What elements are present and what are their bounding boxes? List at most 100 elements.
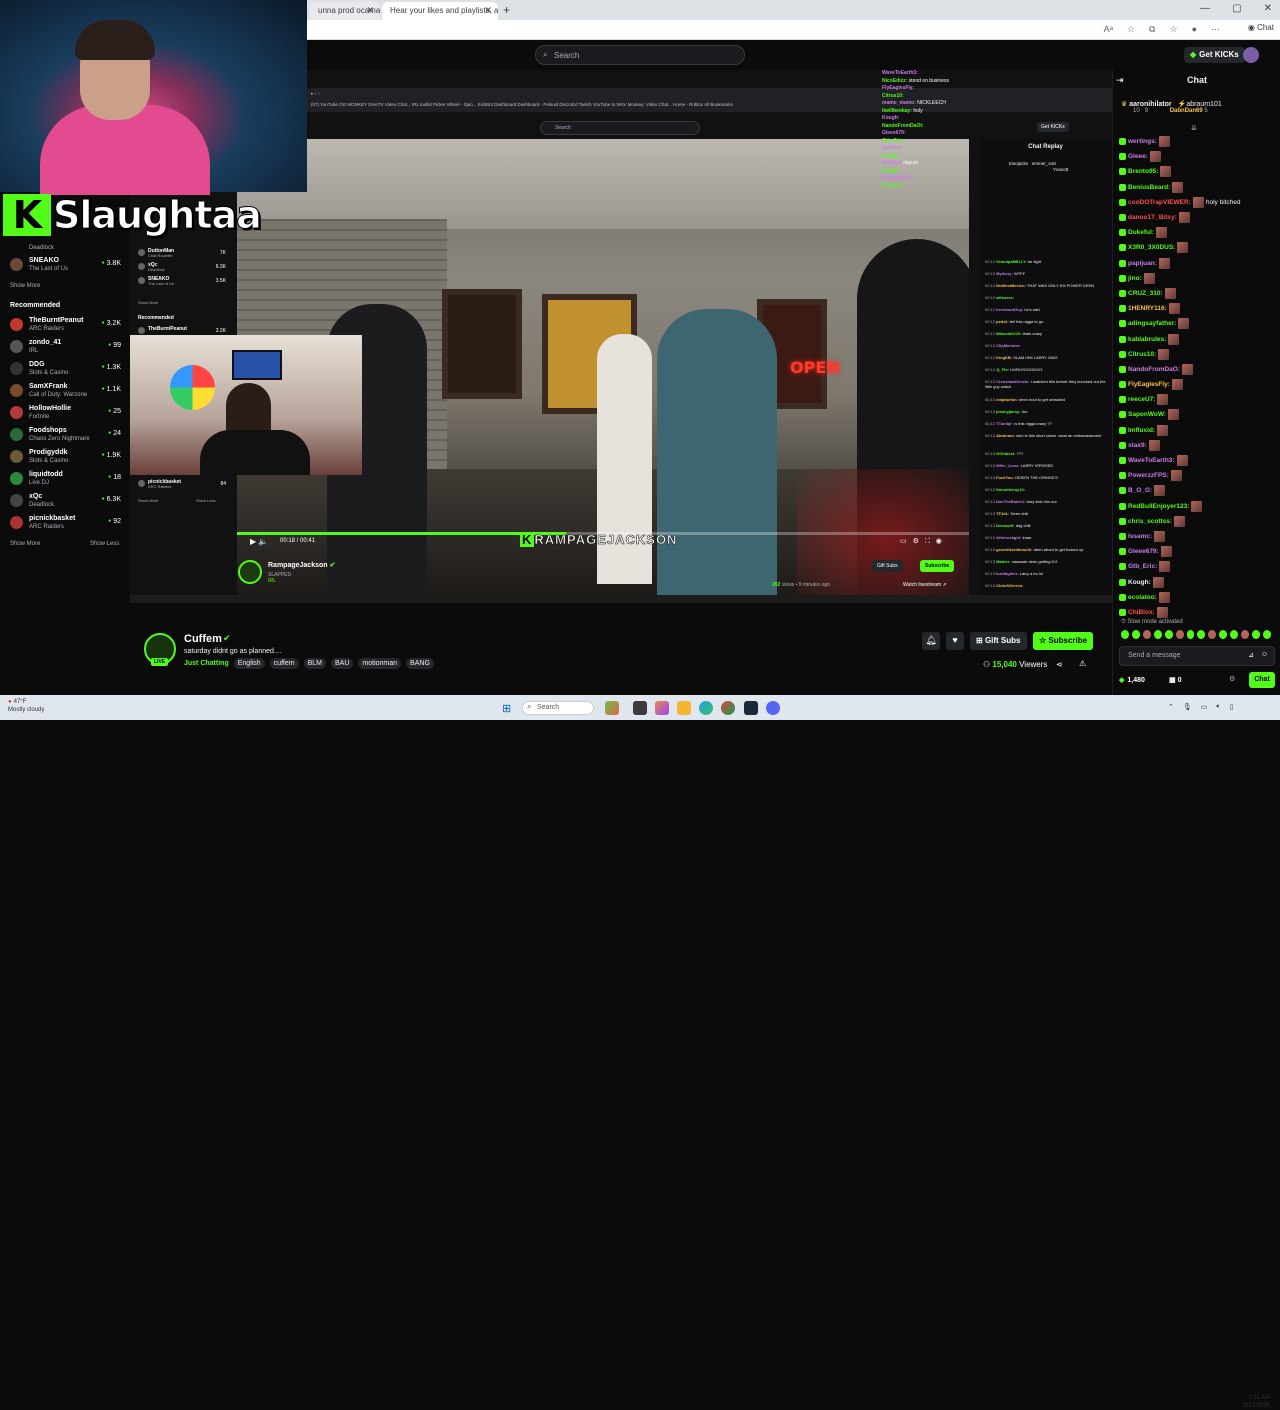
quick-emote[interactable] bbox=[1164, 630, 1173, 639]
chat-message[interactable]: adingsayfather: bbox=[1119, 316, 1279, 331]
chat-message[interactable]: Gtb_Eric: bbox=[1119, 559, 1279, 574]
star-icon[interactable]: ☆ bbox=[1127, 24, 1135, 35]
quick-emote[interactable] bbox=[1142, 630, 1151, 639]
app-icon-edge[interactable] bbox=[699, 701, 713, 715]
maximize-icon[interactable]: ▢ bbox=[1232, 3, 1241, 14]
stream-tag[interactable]: BAU bbox=[331, 658, 354, 669]
chat-message[interactable]: Issamc: bbox=[1119, 529, 1279, 544]
kicks-balance[interactable]: 1,480 bbox=[1119, 676, 1145, 684]
chat-message[interactable]: X3R0_3X0DUS: bbox=[1119, 240, 1279, 255]
report-icon[interactable]: ⚠ bbox=[1079, 659, 1086, 668]
expand-leaderboard-icon[interactable]: ⇊ bbox=[1191, 124, 1197, 132]
microphone-icon[interactable]: 🎙︎ bbox=[1183, 703, 1192, 711]
search-input[interactable]: ⌕ Search bbox=[535, 45, 745, 65]
chat-username[interactable]: jino: bbox=[1128, 275, 1142, 282]
chat-username[interactable]: FlyEaglesFly: bbox=[1128, 381, 1170, 388]
chat-message[interactable]: RedBullEnjoyer123: bbox=[1119, 499, 1279, 514]
quick-emote[interactable] bbox=[1219, 630, 1228, 639]
notifications-bell-button[interactable]: 🔔︎ bbox=[922, 632, 940, 650]
user-avatar[interactable] bbox=[1243, 47, 1259, 63]
network-icon[interactable]: ▭ bbox=[1201, 703, 1208, 711]
gear-icon[interactable]: ⚙ bbox=[1229, 675, 1235, 683]
close-icon[interactable]: ✕ bbox=[484, 5, 492, 16]
chat-username[interactable]: Brento95: bbox=[1128, 168, 1158, 175]
chat-username[interactable]: ecolatoo: bbox=[1128, 594, 1157, 601]
chat-username[interactable]: PowerzzFPS: bbox=[1128, 472, 1169, 479]
system-clock[interactable]: 1:11 AM 2/17/2026 bbox=[1243, 1394, 1270, 1410]
chat-message[interactable]: Brento95: bbox=[1119, 164, 1279, 179]
chat-message[interactable]: WaveToEarth3: bbox=[1119, 453, 1279, 468]
kick-emote-icon[interactable]: ⊿ bbox=[1248, 651, 1254, 659]
close-icon[interactable]: ✕ bbox=[1264, 3, 1272, 14]
battery-icon[interactable]: ▯ bbox=[1230, 703, 1234, 711]
chat-username[interactable]: 1HENRY116: bbox=[1128, 305, 1167, 312]
gift-subs-button[interactable]: ⊞ Gift Subs bbox=[970, 632, 1027, 650]
quick-emote[interactable] bbox=[1252, 630, 1260, 639]
app-icon-photos[interactable] bbox=[605, 701, 619, 715]
browser-tab[interactable]: unna prod ocama.mp✕ bbox=[310, 2, 380, 20]
stream-tag[interactable]: BLM bbox=[303, 658, 326, 669]
read-aloud-icon[interactable]: Aᵃ bbox=[1104, 24, 1113, 35]
chat-message[interactable]: B_O_G: bbox=[1119, 483, 1279, 498]
chat-username[interactable]: chris_scottss: bbox=[1128, 518, 1172, 525]
quick-emote[interactable] bbox=[1153, 630, 1162, 639]
chat-message[interactable]: ChiBlox: bbox=[1119, 605, 1279, 620]
minimize-icon[interactable]: — bbox=[1200, 3, 1210, 14]
points-balance[interactable]: ▦ 0 bbox=[1169, 676, 1181, 684]
sidebar-item[interactable]: DDG Slots & Casino 1.3K bbox=[10, 360, 125, 380]
close-icon[interactable]: ✕ bbox=[366, 5, 374, 16]
channel-name[interactable]: Cuffem bbox=[184, 633, 222, 645]
chat-username[interactable]: reeceU7: bbox=[1128, 396, 1155, 403]
subscribe-button[interactable]: ☆ Subscribe bbox=[1033, 632, 1094, 650]
extensions-icon[interactable]: ⧉ bbox=[1149, 24, 1155, 35]
chat-username[interactable]: BeniusBeard: bbox=[1128, 184, 1170, 191]
chat-username[interactable]: Gtb_Eric: bbox=[1128, 563, 1157, 570]
chat-message[interactable]: PowerzzFPS: bbox=[1119, 468, 1279, 483]
app-icon-discord[interactable] bbox=[766, 701, 780, 715]
chat-username[interactable]: Gleee: bbox=[1128, 153, 1148, 160]
chat-message[interactable]: Imfluxid: bbox=[1119, 423, 1279, 438]
share-icon[interactable]: ⋖ bbox=[1056, 660, 1063, 669]
chat-username[interactable]: papijuan: bbox=[1128, 260, 1157, 267]
chat-username[interactable]: WaveToEarth3: bbox=[1128, 457, 1175, 464]
stream-category[interactable]: Just Chatting bbox=[184, 660, 229, 667]
app-icon-steam[interactable] bbox=[744, 701, 758, 715]
quick-emote[interactable] bbox=[1121, 630, 1129, 639]
sidebar-item[interactable]: SNEAKO The Last of Us 3.8K bbox=[10, 256, 125, 276]
app-icon-copilot[interactable] bbox=[655, 701, 669, 715]
chat-message[interactable]: Kough: bbox=[1119, 574, 1279, 589]
chevron-up-icon[interactable]: ⌃ bbox=[1168, 703, 1174, 711]
quick-emote[interactable] bbox=[1131, 630, 1140, 639]
chat-message[interactable]: BeniusBeard: bbox=[1119, 180, 1279, 195]
stream-tag[interactable]: English bbox=[233, 658, 265, 669]
chat-message[interactable]: SaponWoW: bbox=[1119, 407, 1279, 422]
sidebar-item[interactable]: HollowHollie Fortnite 25 bbox=[10, 404, 125, 424]
chat-message-input[interactable]: Send a message ⊿ ☺ bbox=[1119, 646, 1275, 666]
chat-message[interactable]: NandoFromDaO: bbox=[1119, 362, 1279, 377]
quick-emote[interactable] bbox=[1186, 630, 1195, 639]
chat-message[interactable]: Citrus10: bbox=[1119, 347, 1279, 362]
quick-emote[interactable] bbox=[1175, 630, 1184, 639]
weather-widget[interactable]: ● 47°F Mostly cloudy bbox=[8, 698, 44, 714]
chat-message[interactable]: Gleee: bbox=[1119, 149, 1279, 164]
sidebar-item[interactable]: xQc Deadlock 6.3K bbox=[10, 492, 125, 512]
chat-message[interactable]: Gleee679: bbox=[1119, 544, 1279, 559]
quick-emote[interactable] bbox=[1230, 630, 1239, 639]
app-icon-file-explorer[interactable] bbox=[677, 701, 691, 715]
chat-username[interactable]: wertings: bbox=[1128, 138, 1157, 145]
show-more-link[interactable]: Show More bbox=[10, 283, 40, 289]
chat-username[interactable]: Kough: bbox=[1128, 579, 1151, 586]
chat-username[interactable]: SaponWoW: bbox=[1128, 411, 1166, 418]
chat-message[interactable]: reeceU7: bbox=[1119, 392, 1279, 407]
quick-emote[interactable] bbox=[1262, 630, 1271, 639]
chat-username[interactable]: CRUZ_310: bbox=[1128, 290, 1163, 297]
chat-message[interactable]: 1HENRY116: bbox=[1119, 301, 1279, 316]
chat-username[interactable]: B_O_G: bbox=[1128, 487, 1152, 494]
sidebar-item[interactable]: SamXFrank Call of Duty: Warzone 1.1K bbox=[10, 382, 125, 402]
chat-username[interactable]: adingsayfather: bbox=[1128, 320, 1176, 327]
chat-username[interactable]: X3R0_3X0DUS: bbox=[1128, 244, 1175, 251]
chat-message[interactable]: ecolatoo: bbox=[1119, 590, 1279, 605]
chat-username[interactable]: Imfluxid: bbox=[1128, 427, 1155, 434]
chat-message[interactable]: stax9: bbox=[1119, 438, 1279, 453]
chat-message[interactable]: danoo1T_Bitsy: bbox=[1119, 210, 1279, 225]
